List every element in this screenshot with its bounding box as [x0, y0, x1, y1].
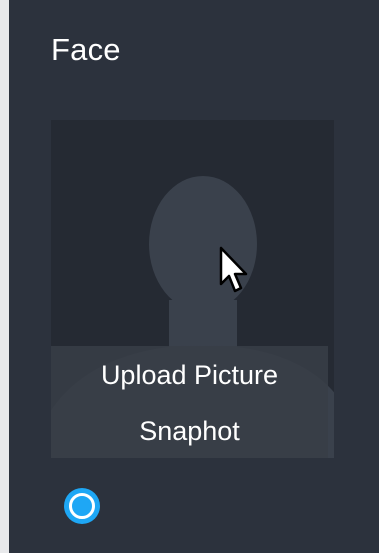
face-photo-area[interactable]: Upload Picture Snaphot: [51, 120, 334, 458]
section-title: Face: [51, 32, 121, 67]
face-recognition-icon[interactable]: [61, 485, 103, 527]
upload-picture-button[interactable]: Upload Picture: [51, 360, 328, 391]
upload-overlay: Upload Picture Snaphot: [51, 346, 328, 458]
snapshot-button[interactable]: Snaphot: [51, 416, 328, 447]
face-panel: Face Upload Picture Snaphot: [9, 0, 379, 553]
